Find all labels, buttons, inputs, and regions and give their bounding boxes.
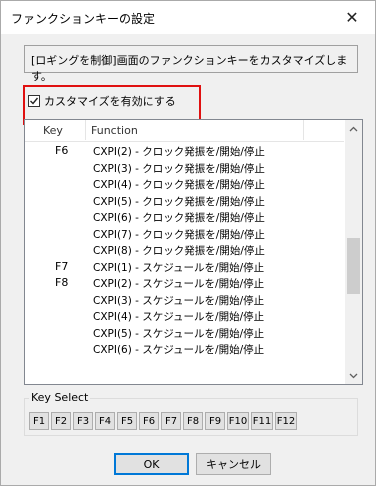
- customize-checkbox-label: カスタマイズを有効にする: [44, 95, 176, 108]
- list-row[interactable]: CXPI(6) - クロック発振を/開始/停止: [25, 209, 344, 226]
- key-button-f2[interactable]: F2: [51, 412, 71, 430]
- key-select-group: Key Select F1 F2 F3 F4 F5 F6 F7 F8 F9 F1…: [24, 391, 358, 436]
- row-function: CXPI(3) - スケジュールを/開始/停止: [93, 294, 265, 307]
- vertical-scrollbar[interactable]: [345, 120, 362, 384]
- key-button-f6[interactable]: F6: [139, 412, 159, 430]
- key-button-f11[interactable]: F11: [251, 412, 273, 430]
- chevron-down-icon: [349, 373, 358, 378]
- row-key: F8: [55, 276, 69, 289]
- key-button-f8[interactable]: F8: [183, 412, 203, 430]
- key-button-f3[interactable]: F3: [73, 412, 93, 430]
- customize-checkbox-row[interactable]: カスタマイズを有効にする: [28, 93, 176, 109]
- window-title: ファンクションキーの設定: [11, 12, 156, 26]
- row-function: CXPI(8) - クロック発振を/開始/停止: [93, 245, 265, 257]
- list-row[interactable]: F8 CXPI(2) - スケジュールを/開始/停止: [25, 275, 344, 292]
- list-row[interactable]: CXPI(5) - スケジュールを/開始/停止: [25, 325, 344, 342]
- row-function: CXPI(6) - スケジュールを/開始/停止: [93, 344, 265, 356]
- ok-button[interactable]: OK: [114, 453, 189, 475]
- row-function: CXPI(1) - スケジュールを/開始/停止: [93, 261, 265, 274]
- list-row[interactable]: CXPI(8) - クロック発振を/開始/停止: [25, 242, 344, 259]
- list-rows: F6 CXPI(2) - クロック発振を/開始/停止 CXPI(3) - クロック…: [25, 143, 344, 358]
- function-key-dialog: ファンクションキーの設定 ✕ [ロギングを制御]画面のファンクションキーをカスタ…: [0, 0, 376, 486]
- column-separator[interactable]: [303, 120, 304, 140]
- scroll-up-button[interactable]: [345, 120, 362, 137]
- list-header: Key Function: [25, 120, 344, 142]
- list-row[interactable]: F6 CXPI(2) - クロック発振を/開始/停止: [25, 143, 344, 160]
- key-button-f4[interactable]: F4: [95, 412, 115, 430]
- row-function: CXPI(2) - クロック発振を/開始/停止: [93, 146, 265, 158]
- close-icon: ✕: [345, 7, 359, 27]
- list-row[interactable]: F7 CXPI(1) - スケジュールを/開始/停止: [25, 259, 344, 276]
- row-key: F7: [55, 259, 69, 273]
- column-header-function[interactable]: Function: [91, 124, 138, 137]
- key-button-f12[interactable]: F12: [275, 412, 297, 430]
- list-row[interactable]: CXPI(7) - クロック発振を/開始/停止: [25, 226, 344, 243]
- column-header-key[interactable]: Key: [43, 124, 63, 137]
- key-button-f9[interactable]: F9: [205, 412, 225, 430]
- key-select-label: Key Select: [29, 391, 91, 404]
- row-function: CXPI(3) - クロック発振を/開始/停止: [93, 162, 265, 175]
- description-text: [ロギングを制御]画面のファンクションキーをカスタマイズします。: [31, 54, 348, 83]
- checkmark-icon: [30, 97, 39, 105]
- description-box: [ロギングを制御]画面のファンクションキーをカスタマイズします。: [24, 45, 358, 83]
- key-select-buttons: F1 F2 F3 F4 F5 F6 F7 F8 F9 F10 F11 F12: [29, 412, 297, 430]
- row-function: CXPI(5) - クロック発振を/開始/停止: [93, 195, 265, 208]
- cancel-button[interactable]: キャンセル: [196, 453, 271, 475]
- key-button-f1[interactable]: F1: [29, 412, 49, 430]
- row-function: CXPI(7) - クロック発振を/開始/停止: [93, 228, 265, 241]
- row-key: F6: [55, 144, 69, 157]
- chevron-up-icon: [349, 126, 358, 131]
- list-row[interactable]: CXPI(3) - クロック発振を/開始/停止: [25, 160, 344, 177]
- customize-checkbox[interactable]: [28, 95, 40, 107]
- list-row[interactable]: CXPI(5) - クロック発振を/開始/停止: [25, 193, 344, 210]
- row-function: CXPI(4) - スケジュールを/開始/停止: [93, 311, 265, 323]
- list-row[interactable]: CXPI(6) - スケジュールを/開始/停止: [25, 341, 344, 358]
- column-separator[interactable]: [85, 120, 86, 140]
- key-button-f10[interactable]: F10: [227, 412, 249, 430]
- row-function: CXPI(6) - クロック発振を/開始/停止: [93, 212, 265, 224]
- key-button-f7[interactable]: F7: [161, 412, 181, 430]
- function-list[interactable]: Key Function F6 CXPI(2) - クロック発振を/開始/停止 C…: [24, 119, 363, 385]
- row-function: CXPI(4) - クロック発振を/開始/停止: [93, 179, 265, 191]
- key-button-f5[interactable]: F5: [117, 412, 137, 430]
- scroll-down-button[interactable]: [345, 367, 362, 384]
- title-bar: ファンクションキーの設定 ✕: [1, 1, 375, 34]
- list-row[interactable]: CXPI(4) - クロック発振を/開始/停止: [25, 176, 344, 193]
- row-function: CXPI(5) - スケジュールを/開始/停止: [93, 327, 265, 340]
- close-button[interactable]: ✕: [335, 3, 369, 31]
- scrollbar-thumb[interactable]: [347, 238, 360, 294]
- list-row[interactable]: CXPI(3) - スケジュールを/開始/停止: [25, 292, 344, 309]
- list-row[interactable]: CXPI(4) - スケジュールを/開始/停止: [25, 308, 344, 325]
- row-function: CXPI(2) - スケジュールを/開始/停止: [93, 278, 265, 290]
